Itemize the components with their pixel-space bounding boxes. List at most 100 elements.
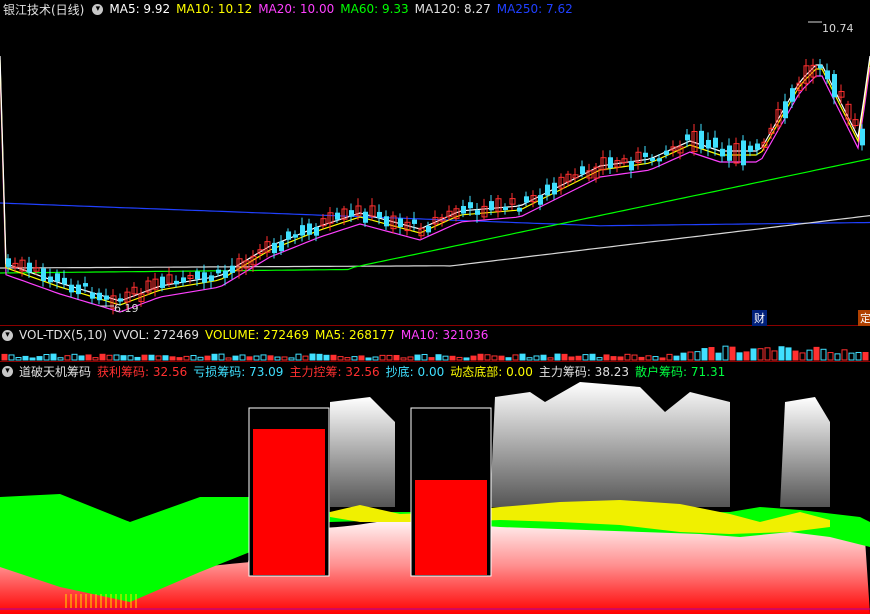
volume-bar [463,357,470,361]
candle-down [720,148,725,157]
volume-bar [813,346,820,361]
volume-bar [148,354,155,361]
candle-down [489,201,494,211]
candle-down [398,218,403,228]
volume-bar [834,353,841,361]
volume-bar [344,357,351,361]
candle-down [650,158,655,162]
vol-ma10-label: MA10: 321036 [400,328,489,342]
candle-down [286,231,291,240]
volume-bar [561,353,568,361]
candle-down [174,280,179,285]
candle-down [104,295,109,300]
volume-bar [239,354,246,361]
high-price-label: 10.74 [822,22,854,35]
finance-tag[interactable]: 财 [752,310,767,326]
ma120-label: MA120: 8.27 [414,2,491,16]
candle-down [517,207,522,212]
candle-down [748,145,753,152]
volume-bar [316,353,323,361]
volume-panel[interactable]: ▾ VOL-TDX(5,10) VVOL: 272469 VOLUME: 272… [0,326,870,362]
volume-bar [414,354,421,361]
volume-bar [792,350,799,361]
candle-down [307,223,312,235]
candle-down [279,241,284,252]
candle-down [83,283,88,287]
candle-down [608,157,613,169]
indicator-toggle-icon[interactable]: ▾ [92,3,104,15]
ma250-label: MA250: 7.62 [496,2,573,16]
vol-ma5-label: MA5: 268177 [314,328,395,342]
chip-box-right-fill [415,480,487,575]
volume-bar [232,355,239,361]
volume-bar [659,357,666,361]
candle-down [699,130,704,149]
vvol-label: VVOL: 272469 [113,328,200,342]
candle-down [384,216,389,227]
candle-down [223,270,228,278]
fixed-tag[interactable]: 定 [858,310,870,326]
volume-bar [183,355,190,361]
kline-header: 银江技术(日线) ▾ MA5: 9.92 MA10: 10.12 MA20: 1… [0,0,579,18]
volume-bar [85,354,92,361]
volume-bar [596,357,603,361]
candle-down [55,273,60,282]
volume-bar [358,355,365,361]
candle-down [524,196,529,203]
candle-down [209,275,214,282]
candle-down [181,277,186,283]
volume-bar [554,353,561,361]
volume-bar [8,354,15,361]
volume-bar [400,357,407,361]
chip-panel[interactable]: ▾ 道破天机筹码 获利筹码: 32.56 亏损筹码: 73.09 主力控筹: 3… [0,362,870,614]
volume-bar [302,355,309,361]
candle-down [713,137,718,148]
volume-bar [106,354,113,361]
volume-bar [337,356,344,361]
volume-bar [722,345,729,361]
candle-down [755,143,760,150]
upper-chip-zone [780,397,830,507]
volume-bar [64,355,71,361]
volume-bar [351,356,358,361]
volume-bar [526,357,533,361]
volume-bar [855,351,862,361]
candle-down [349,210,354,217]
volume-bar [197,356,204,361]
volume-bar [281,356,288,361]
volume-bar [22,355,29,361]
ma20-label: MA20: 10.00 [258,2,335,16]
volume-bar [204,355,211,361]
chip-toggle-icon[interactable]: ▾ [2,365,13,377]
candle-down [293,234,298,238]
volume-bar [799,352,806,361]
volume-bar [267,355,274,361]
volume-bar [757,348,764,361]
volume-bar [169,356,176,361]
kline-panel[interactable]: 银江技术(日线) ▾ MA5: 9.92 MA10: 10.12 MA20: 1… [0,0,870,326]
volume-bar [309,353,316,361]
candle-down [300,225,305,236]
candle-down [27,262,32,273]
volume-bar [806,349,813,361]
volume-bar [533,355,540,361]
volume-bar [1,353,8,361]
ma20-line [0,66,870,313]
candle-down [629,161,634,171]
candle-down [335,212,340,220]
candle-down [160,276,165,288]
candle-down [832,74,837,98]
volume-toggle-icon[interactable]: ▾ [2,329,13,341]
low-price-label: 6.19 [114,302,139,315]
candle-down [426,225,431,233]
volume-bar [379,354,386,361]
volume-bar [862,352,869,361]
volume-bar [57,357,64,361]
candle-down [790,88,795,102]
volume-bar [785,347,792,361]
volume-bar [617,356,624,361]
chip-header: ▾ 道破天机筹码 获利筹码: 32.56 亏损筹码: 73.09 主力控筹: 3… [0,362,731,380]
volume-bar [680,352,687,361]
ma10-label: MA10: 10.12 [176,2,253,16]
volume-bar [708,347,715,361]
